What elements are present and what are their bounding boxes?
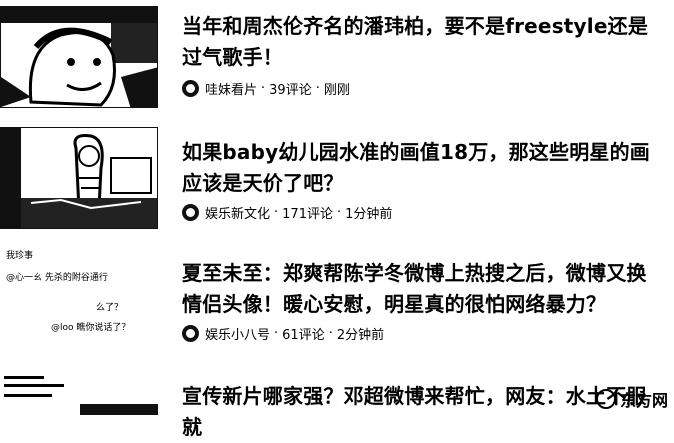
news-item[interactable]: 当年和周杰伦齐名的潘玮柏，要不是freestyle还是过气歌手！ 哇妹看片 · … [0,0,674,118]
thumb-line: @心一ㄠ 先杀的附谷通行 [6,273,108,283]
article-thumbnail[interactable] [0,127,158,229]
meta-separator: · [261,80,266,96]
cartoon-portrait-image [1,7,157,107]
news-feed: 当年和周杰伦齐名的潘玮柏，要不是freestyle还是过气歌手！ 哇妹看片 · … [0,0,674,439]
source-name[interactable]: 娱乐新文化 [205,203,270,222]
publish-time: 刚刚 [323,82,350,98]
painting-photo-image [1,128,157,228]
watermark: 东方网 [595,387,668,411]
article-meta: 娱乐新文化 · 171评论 · 1分钟前 [182,202,392,222]
article-title[interactable]: 当年和周杰伦齐名的潘玮柏，要不是freestyle还是过气歌手！ [182,11,662,73]
news-item[interactable]: 我珍事 @心一ㄠ 先杀的附谷通行 么了？ @loo 瞧你说话了？ 夏至未至：郑爽… [0,246,674,364]
comment-count[interactable]: 39评论 [269,79,312,98]
comment-count[interactable]: 61评论 [282,324,325,343]
meta-separator: · [315,80,320,96]
news-item[interactable]: 如果baby幼儿园水准的画值18万，那这些明星的画应该是天价了吧？ 娱乐新文化 … [0,123,674,241]
thumb-line: 我珍事 [6,251,34,261]
source-avatar-icon [182,324,199,342]
news-item[interactable]: 宣传新片哪家强？邓超微博来帮忙，网友：水土不服就 [0,370,674,439]
comment-count[interactable]: 171评论 [282,203,333,222]
article-image [0,370,158,415]
meta-separator: · [274,204,279,220]
thumb-line: 么了？ [96,303,124,313]
watermark-text: 东方网 [619,391,668,410]
article-meta: 哇妹看片 · 39评论 · 刚刚 [182,78,350,98]
article-meta: 娱乐小八号 · 61评论 · 2分钟前 [182,323,384,343]
article-thumbnail[interactable] [0,370,158,415]
article-thumbnail[interactable]: 我珍事 @心一ㄠ 先杀的附谷通行 么了？ @loo 瞧你说话了？ [0,246,158,356]
article-thumbnail[interactable] [0,6,158,108]
meta-separator: · [274,325,279,341]
thumb-chat-text: 我珍事 @心一ㄠ 先杀的附谷通行 么了？ @loo 瞧你说话了？ [6,250,130,334]
article-title[interactable]: 如果baby幼儿园水准的画值18万，那这些明星的画应该是天价了吧？ [182,137,662,199]
publish-time: 2分钟前 [336,327,385,343]
watermark-logo-icon [595,389,616,409]
meta-separator: · [328,325,333,341]
source-name[interactable]: 哇妹看片 [205,79,257,98]
publish-time: 1分钟前 [345,206,393,222]
source-avatar-icon [182,203,199,221]
article-title[interactable]: 宣传新片哪家强？邓超微博来帮忙，网友：水土不服就 [182,381,662,443]
thumb-line: @loo 瞧你说话了？ [51,323,131,333]
source-avatar-icon [182,79,199,97]
meta-separator: · [336,204,342,220]
article-title[interactable]: 夏至未至：郑爽帮陈学冬微博上热搜之后，微博又换情侣头像！暖心安慰，明星真的很怕网… [182,258,662,320]
source-name[interactable]: 娱乐小八号 [205,324,270,343]
